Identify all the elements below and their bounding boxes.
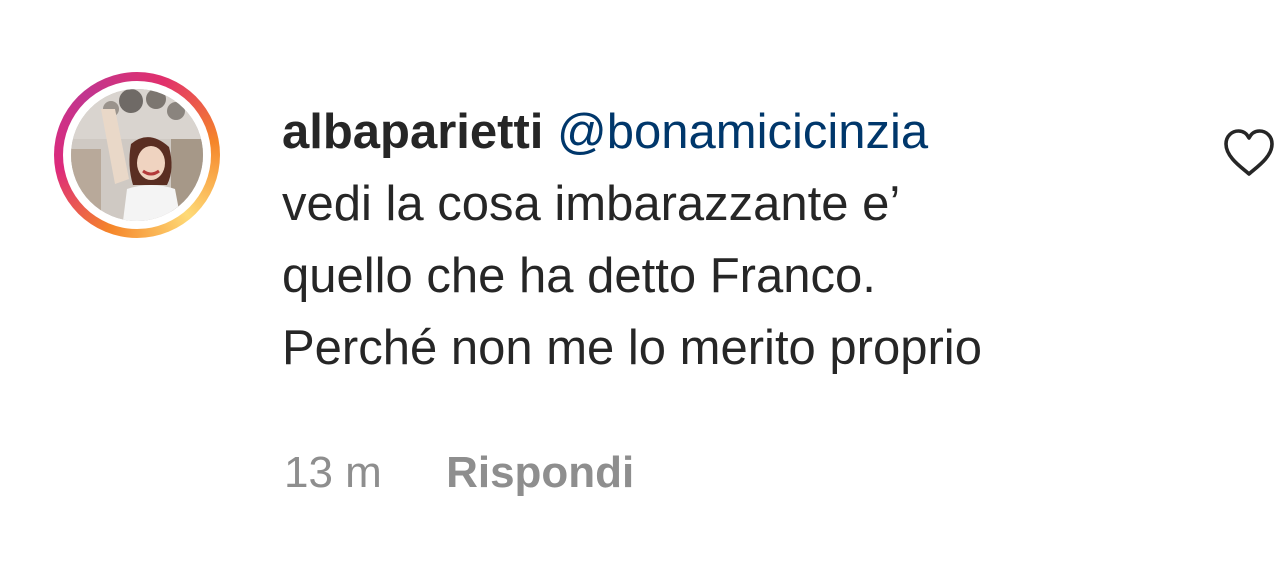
avatar-story-ring[interactable]	[54, 72, 220, 238]
comment-text-line-2: quello che ha detto Franco.	[282, 249, 876, 303]
comment-item: albaparietti @bonamicicinzia vedi la cos…	[0, 0, 1280, 562]
reply-button[interactable]: Rispondi	[446, 448, 634, 498]
avatar[interactable]	[71, 89, 203, 221]
comment-first-line: albaparietti @bonamicicinzia	[282, 96, 1182, 168]
like-button[interactable]	[1222, 128, 1276, 178]
comment-text-line-1: vedi la cosa imbarazzante e’	[282, 177, 901, 231]
avatar-photo	[71, 89, 203, 221]
comment-body: albaparietti @bonamicicinzia vedi la cos…	[282, 96, 1182, 384]
avatar-ring-gap	[63, 81, 211, 229]
heart-outline-icon	[1224, 129, 1274, 176]
comment-footer: 13 m Rispondi	[284, 448, 634, 498]
comment-timestamp: 13 m	[284, 448, 382, 497]
comment-text-line-3: Perché non me lo merito proprio	[282, 321, 982, 375]
mention-link[interactable]: @bonamicicinzia	[557, 105, 928, 159]
username-link[interactable]: albaparietti	[282, 105, 543, 159]
